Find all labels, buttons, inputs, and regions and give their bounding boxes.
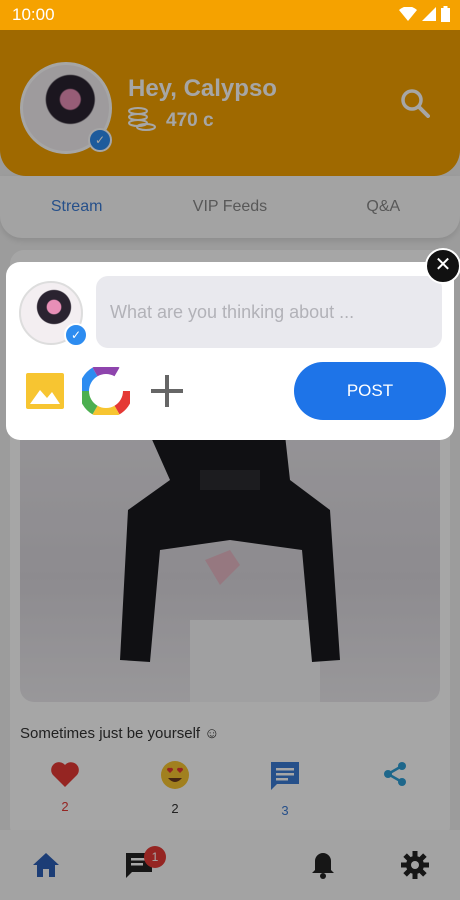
status-bar: 10:00: [0, 0, 460, 30]
verified-badge-icon: ✓: [64, 323, 88, 347]
status-icons: [399, 6, 450, 22]
post-button[interactable]: POST: [294, 362, 446, 420]
compose-post-dialog: ✓ POST: [6, 262, 454, 440]
modal-backdrop[interactable]: [0, 30, 460, 900]
wifi-icon: [399, 7, 417, 21]
signal-icon: [422, 7, 436, 21]
add-icon[interactable]: [148, 372, 186, 410]
battery-icon: [441, 6, 450, 22]
color-wheel-icon[interactable]: [82, 367, 130, 415]
compose-text-input[interactable]: [96, 276, 442, 348]
status-time: 10:00: [12, 5, 55, 24]
image-picker-icon[interactable]: [24, 370, 66, 412]
close-dialog-button[interactable]: ✕: [425, 248, 460, 284]
